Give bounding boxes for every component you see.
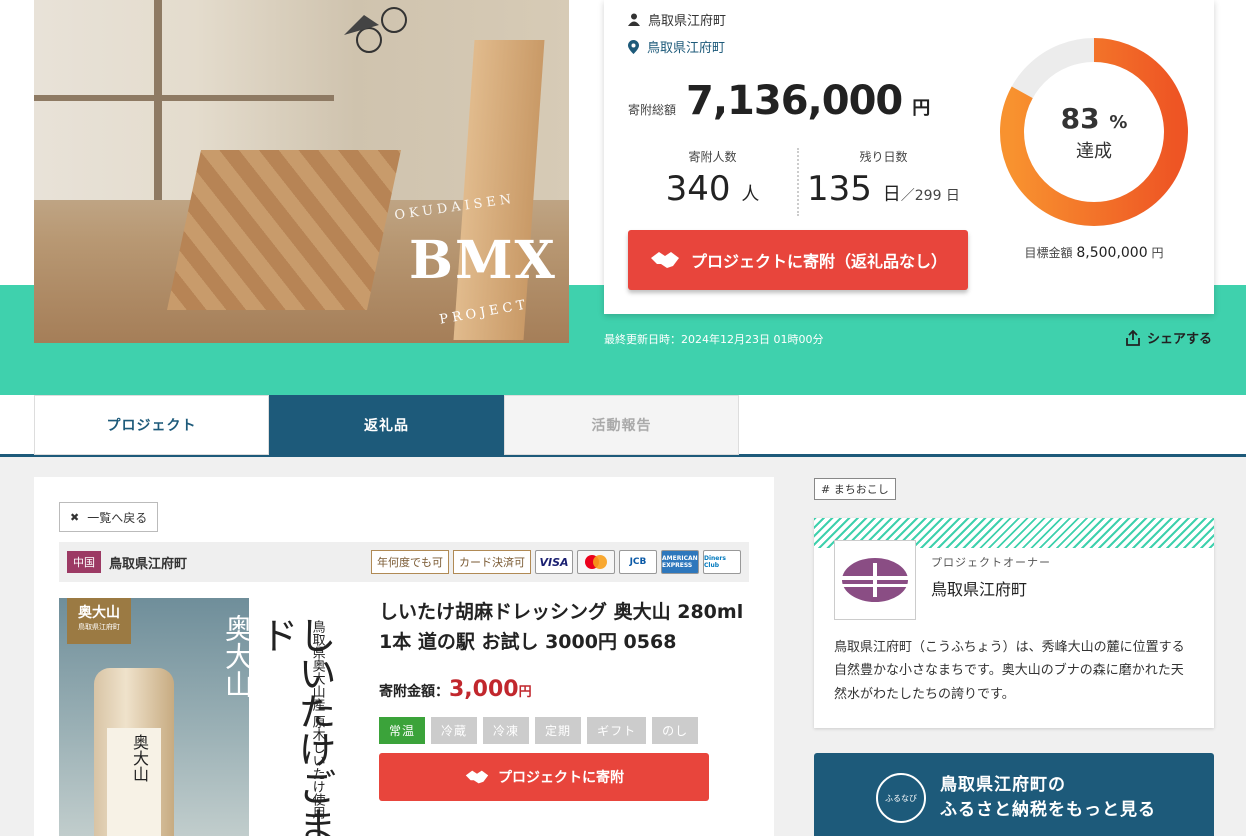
goal-label: 目標金額 [1024, 246, 1073, 260]
progress-label: 達成 [1076, 140, 1112, 162]
last-updated: 最終更新日時：2024年12月23日 01時00分 [604, 333, 824, 346]
bmx-rider-graphic [344, 7, 407, 53]
donate-no-gift-label: プロジェクトに寄附（返礼品なし） [690, 252, 947, 271]
mastercard-icon [577, 550, 615, 574]
tag-noshi: のし [652, 717, 699, 744]
tab-project[interactable]: プロジェクト [34, 395, 269, 455]
handshake-icon [465, 770, 489, 784]
owner-description: 鳥取県江府町（こうふちょう）は、秀峰大山の麓に位置する自然豊かな小さなまちです。… [834, 640, 1185, 702]
town-emblem-logo [834, 540, 916, 620]
donation-total: 寄附総額 7,136,000 円 [628, 78, 930, 124]
amex-icon: AMERICAN EXPRESS [661, 550, 699, 574]
delivery-tags: 常温 冷蔵 冷凍 定期 ギフト のし [379, 717, 699, 744]
days-total: ／299 日 [900, 188, 960, 204]
project-hero-image: OKUDAISEN BMX PROJECT [34, 0, 569, 343]
days-left-unit: 日 [882, 184, 901, 205]
donation-total-amount: 7,136,000 [686, 78, 903, 124]
price-value: 3,000 [449, 677, 519, 702]
jcb-icon: JCB [619, 550, 657, 574]
goal-unit: 円 [1151, 246, 1164, 260]
share-button[interactable]: シェアする [1125, 328, 1212, 347]
hero-section: OKUDAISEN BMX PROJECT 鳥取県江府町 鳥取県江府町 寄附総額… [0, 0, 1246, 395]
gift-info-bar: 中国 鳥取県江府町 年何度でも可 カード決済可 VISA JCB AMERICA… [59, 542, 749, 582]
tag-gift: ギフト [587, 717, 647, 744]
more-furusato-button[interactable]: ふるなび 鳥取県江府町の ふるさと納税をもっと見る [814, 753, 1214, 836]
tag-room-temp: 常温 [379, 717, 426, 744]
town-name: 鳥取県江府町 [109, 556, 188, 572]
donation-total-label: 寄附総額 [628, 103, 677, 117]
goal-amount: 目標金額 8,500,000 円 [998, 244, 1190, 261]
user-icon [628, 13, 640, 26]
donor-count-value: 340 [665, 169, 731, 209]
product-title: しいたけ胡麻ドレッシング 奥大山 280ml 1本 道の駅 お試し 3000円 … [379, 601, 744, 654]
goal-value: 8,500,000 [1076, 245, 1148, 261]
product-bottle-label: 奥大山 [107, 728, 161, 836]
diners-icon: Diners Club [703, 550, 741, 574]
progress-percent: 83 [1060, 101, 1100, 135]
donate-no-gift-button[interactable]: プロジェクトに寄附（返礼品なし） [628, 230, 968, 290]
gift-detail-panel: ✖ 一覧へ戻る 中国 鳥取県江府町 年何度でも可 カード決済可 VISA JCB… [34, 477, 774, 836]
hero-image-ramp [166, 150, 402, 310]
more-furusato-line2: ふるさと納税をもっと見る [940, 800, 1156, 820]
price-label: 寄附金額： [379, 684, 449, 700]
location-link[interactable]: 鳥取県江府町 [647, 37, 725, 56]
badge-anytime: 年何度でも可 [371, 550, 449, 574]
tab-reports[interactable]: 活動報告 [504, 395, 739, 455]
tag-refrigerated: 冷蔵 [431, 717, 478, 744]
product-vertical-subtitle: 鳥取県奥大山産 原木しいたけ使用 [309, 620, 325, 820]
donate-button-label: プロジェクトに寄附 [498, 770, 624, 786]
progress-percent-sign: % [1109, 111, 1128, 133]
days-left: 残り日数 135 日／299 日 [797, 148, 968, 216]
owner-subheading: プロジェクトオーナー [931, 556, 1051, 569]
tag-subscription: 定期 [535, 717, 582, 744]
donation-total-unit: 円 [912, 98, 931, 119]
sub-stats: 寄附人数 340 人 残り日数 135 日／299 日 [628, 148, 968, 216]
handshake-icon [650, 252, 679, 268]
owner-card-name[interactable]: 鳥取県江府町 [931, 576, 1027, 600]
region-tag: 中国 [67, 551, 101, 573]
back-to-list-label: 一覧へ戻る [87, 510, 148, 525]
price-unit: 円 [518, 685, 532, 700]
progress-donut: 83 % 達成 [998, 36, 1190, 228]
owner-name[interactable]: 鳥取県江府町 [648, 10, 726, 29]
brand-label-sub: 鳥取県江府町 [78, 623, 120, 631]
owner-row: 鳥取県江府町 [628, 10, 726, 29]
tag-frozen: 冷凍 [483, 717, 530, 744]
payment-badges: 年何度でも可 カード決済可 VISA JCB AMERICAN EXPRESS … [371, 550, 741, 574]
back-to-list-button[interactable]: ✖ 一覧へ戻る [59, 502, 159, 532]
share-label: シェアする [1146, 332, 1212, 347]
badge-card-payment: カード決済可 [453, 550, 531, 574]
furunavi-icon: ふるなび [876, 773, 926, 823]
brand-label-main: 奥大山 [78, 605, 120, 621]
donor-count-unit: 人 [741, 184, 760, 205]
location-row: 鳥取県江府町 [628, 37, 725, 56]
product-brand-label: 奥大山 鳥取県江府町 [67, 598, 131, 644]
tab-gifts[interactable]: 返礼品 [269, 395, 504, 455]
product-price: 寄附金額：3,000円 [379, 677, 532, 702]
days-left-value: 135 [807, 169, 872, 209]
share-icon [1126, 329, 1140, 346]
donor-count-label: 寄附人数 [688, 150, 737, 164]
more-furusato-line1: 鳥取県江府町の [940, 774, 1066, 795]
town-emblem-icon [842, 558, 908, 602]
close-icon: ✖ [70, 510, 80, 524]
product-image: 奥大山 奥大山 鳥取県江府町 奥大山 しいたけごまド 鳥取県奥大山産 原木しいた… [59, 598, 359, 836]
project-stats-card: 鳥取県江府町 鳥取県江府町 寄附総額 7,136,000 円 寄附人数 340 … [604, 0, 1214, 314]
visa-icon: VISA [535, 550, 573, 574]
content-tabs: プロジェクト 返礼品 活動報告 [0, 395, 1246, 457]
project-owner-card: プロジェクトオーナー 鳥取県江府町 鳥取県江府町（こうふちょう）は、秀峰大山の麓… [814, 518, 1214, 728]
donor-count: 寄附人数 340 人 [628, 148, 797, 216]
map-pin-icon [628, 39, 639, 54]
days-left-label: 残り日数 [859, 150, 908, 164]
hashtag-machiokoshi[interactable]: # まちおこし [814, 478, 896, 500]
hero-image-beam [34, 95, 334, 101]
hero-logo-bmx: BMX [409, 230, 557, 291]
donate-button[interactable]: プロジェクトに寄附 [379, 753, 709, 801]
